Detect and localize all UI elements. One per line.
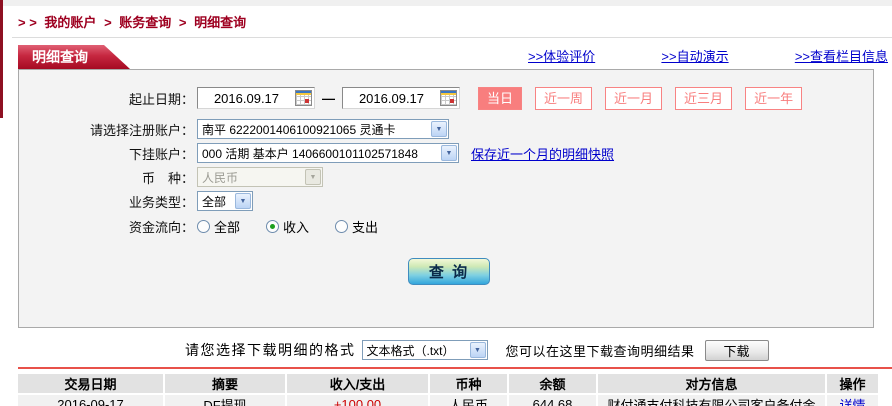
col-header-currency: 币种 — [430, 374, 509, 393]
col-header-counterparty: 对方信息 — [598, 374, 827, 393]
cell-balance: 644.68 — [509, 395, 598, 406]
flow-option-all[interactable]: 全部 — [197, 217, 240, 236]
quick-range-quarter-button[interactable]: 近三月 — [675, 86, 733, 110]
query-button-row: 查 询 — [19, 258, 873, 285]
calendar-icon[interactable] — [295, 90, 312, 106]
end-date-value[interactable]: 2016.09.17 — [343, 91, 440, 106]
quick-range-today-button[interactable]: 当日 — [478, 86, 523, 110]
detail-link[interactable]: 详情 — [839, 398, 865, 406]
start-date-input[interactable]: 2016.09.17 — [197, 87, 315, 109]
end-date-input[interactable]: 2016.09.17 — [342, 87, 460, 109]
flow-direction-row: 资金流向： 全部 收入 支出 — [19, 217, 873, 236]
table-header-row: 交易日期 摘要 收入/支出 币种 余额 对方信息 操作 — [18, 374, 878, 393]
flow-option-expense-label: 支出 — [352, 220, 379, 235]
download-hint: 您可以在这里下载查询明细结果 — [505, 343, 695, 359]
sub-account-row: 下挂账户： 000 活期 基本户 1406600101102571848 ▼ 保… — [19, 143, 873, 163]
register-account-select[interactable]: 南平 6222001406100921065 灵通卡 ▼ — [197, 119, 449, 139]
radio-unchecked-icon[interactable] — [335, 220, 349, 233]
download-format-value: 文本格式（.txt） — [366, 343, 455, 358]
view-column-info-link[interactable]: >>查看栏目信息 — [795, 46, 888, 65]
date-range-label: 起止日期： — [128, 91, 194, 107]
breadcrumb-separator: > — [178, 15, 187, 30]
col-header-action: 操作 — [827, 374, 878, 393]
tab-row: 明细查询 >>体验评价 >>自动演示 >>查看栏目信息 — [0, 38, 892, 69]
flow-option-income[interactable]: 收入 — [266, 217, 309, 236]
table-row: 2016-09-17 DF提现 +100.00 人民币 644.68 财付通支付… — [18, 395, 878, 406]
currency-select: 人民币 ▼ — [197, 167, 323, 187]
sub-account-value: 000 活期 基本户 1406600101102571848 — [202, 146, 418, 161]
top-strip — [0, 0, 892, 6]
radio-unchecked-icon[interactable] — [197, 220, 210, 233]
cell-amount: +100.00 — [287, 395, 430, 406]
radio-checked-icon[interactable] — [266, 220, 280, 233]
query-form-panel: 起止日期： 2016.09.17 — 2016.09.17 当日 近一周 近一月… — [18, 69, 874, 328]
breadcrumb-separator: > — [104, 15, 112, 30]
biz-type-row: 业务类型： 全部 ▼ — [19, 191, 873, 211]
date-separator: — — [322, 90, 335, 106]
chevron-down-icon[interactable]: ▼ — [431, 121, 447, 137]
breadcrumb-arrows-icon: > > — [18, 15, 37, 30]
download-row: 请您选择下载明细的格式 文本格式（.txt） ▼ 您可以在这里下载查询明细结果 … — [185, 339, 892, 361]
sub-account-select[interactable]: 000 活期 基本户 1406600101102571848 ▼ — [197, 143, 459, 163]
cell-currency: 人民币 — [430, 395, 509, 406]
register-account-value: 南平 6222001406100921065 灵通卡 — [202, 122, 396, 137]
save-snapshot-link[interactable]: 保存近一个月的明细快照 — [471, 144, 614, 163]
download-button[interactable]: 下载 — [704, 339, 769, 361]
flow-option-income-label: 收入 — [283, 220, 310, 235]
flow-direction-options: 全部 收入 支出 — [197, 217, 404, 236]
sub-account-label: 下挂账户： — [128, 146, 194, 162]
register-account-row: 请选择注册账户： 南平 6222001406100921065 灵通卡 ▼ — [19, 119, 873, 139]
flow-option-expense[interactable]: 支出 — [335, 217, 378, 236]
header-links: >>体验评价 >>自动演示 >>查看栏目信息 — [528, 46, 888, 65]
quick-range-buttons: 当日 近一周 近一月 近三月 近一年 — [478, 86, 803, 110]
biz-type-label: 业务类型： — [128, 194, 194, 210]
breadcrumb: > > 我的账户 > 账务查询 > 明细查询 — [0, 12, 892, 31]
download-format-label: 请您选择下载明细的格式 — [185, 342, 356, 358]
breadcrumb-item-my-account[interactable]: 我的账户 — [44, 15, 96, 30]
currency-value: 人民币 — [202, 170, 239, 185]
breadcrumb-item-detail-query[interactable]: 明细查询 — [194, 15, 246, 30]
date-range-row: 起止日期： 2016.09.17 — 2016.09.17 当日 近一周 近一月… — [19, 86, 873, 110]
flow-direction-label: 资金流向： — [128, 220, 194, 235]
flow-option-all-label: 全部 — [214, 220, 241, 235]
col-header-balance: 余额 — [509, 374, 598, 393]
query-button[interactable]: 查 询 — [408, 258, 490, 285]
chevron-down-icon[interactable]: ▼ — [469, 342, 486, 358]
chevron-down-icon: ▼ — [305, 169, 321, 185]
col-header-summary: 摘要 — [165, 374, 287, 393]
currency-label: 币 种： — [141, 170, 194, 186]
chevron-down-icon[interactable]: ▼ — [235, 193, 251, 209]
experience-review-link[interactable]: >>体验评价 — [528, 46, 595, 65]
col-header-trade-date: 交易日期 — [18, 374, 165, 393]
quick-range-month-button[interactable]: 近一月 — [605, 86, 663, 110]
table-top-separator — [18, 367, 892, 369]
start-date-value[interactable]: 2016.09.17 — [198, 91, 295, 106]
biz-type-value: 全部 — [202, 194, 227, 209]
register-account-label: 请选择注册账户： — [89, 122, 194, 138]
cell-summary: DF提现 — [165, 395, 287, 406]
calendar-icon[interactable] — [440, 90, 457, 106]
tab-detail-query[interactable]: 明细查询 — [18, 45, 130, 69]
col-header-amount: 收入/支出 — [287, 374, 430, 393]
quick-range-week-button[interactable]: 近一周 — [535, 86, 593, 110]
currency-row: 币 种： 人民币 ▼ — [19, 167, 873, 187]
auto-demo-link[interactable]: >>自动演示 — [661, 46, 728, 65]
breadcrumb-item-account-query[interactable]: 账务查询 — [119, 15, 171, 30]
cell-trade-date: 2016-09-17 — [18, 395, 165, 406]
chevron-down-icon[interactable]: ▼ — [441, 145, 457, 161]
cell-counterparty: 财付通支付科技有限公司客户备付金 — [598, 395, 827, 406]
biz-type-select[interactable]: 全部 ▼ — [197, 191, 253, 211]
transaction-table: 交易日期 摘要 收入/支出 币种 余额 对方信息 操作 2016-09-17 D… — [18, 372, 878, 406]
download-format-select[interactable]: 文本格式（.txt） ▼ — [361, 340, 488, 360]
quick-range-year-button[interactable]: 近一年 — [745, 86, 803, 110]
